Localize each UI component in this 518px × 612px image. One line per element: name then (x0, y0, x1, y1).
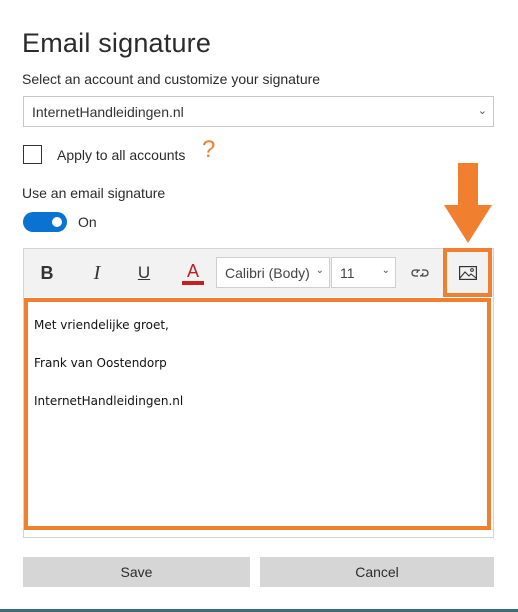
font-size-select[interactable]: 11 ⌄ (331, 257, 396, 288)
orange-arrow-annotation (444, 163, 492, 243)
insert-image-button[interactable] (443, 248, 492, 297)
underline-button[interactable]: U (132, 249, 156, 297)
font-family-value: Calibri (Body) (225, 264, 310, 281)
apply-all-label: Apply to all accounts (57, 146, 186, 163)
font-color-icon: A (186, 260, 199, 281)
bold-button[interactable]: B (35, 249, 59, 297)
link-icon (411, 269, 429, 277)
apply-all-checkbox[interactable] (23, 145, 42, 164)
chevron-down-icon: ⌄ (381, 265, 390, 276)
font-color-swatch (182, 280, 204, 285)
account-select-label: Select an account and customize your sig… (22, 71, 321, 87)
cancel-button[interactable]: Cancel (260, 557, 494, 587)
use-signature-label: Use an email signature (22, 185, 166, 201)
toggle-knob (52, 217, 62, 227)
chevron-down-icon: ⌄ (313, 265, 324, 276)
save-button[interactable]: Save (23, 557, 250, 587)
chevron-down-icon: ⌄ (477, 105, 487, 117)
font-family-select[interactable]: Calibri (Body) ⌄ (216, 257, 330, 288)
account-select-value: InternetHandleidingen.nl (32, 103, 184, 120)
account-select[interactable]: InternetHandleidingen.nl ⌄ (23, 96, 494, 127)
toggle-state-label: On (78, 214, 97, 230)
apply-all-row[interactable]: Apply to all accounts (23, 145, 185, 164)
font-size-value: 11 (340, 264, 355, 281)
signature-line: Frank van Oostendorp (34, 356, 167, 370)
signature-line: Met vriendelijke groet, (34, 318, 169, 332)
font-color-button[interactable]: A (180, 249, 206, 297)
signature-line: InternetHandleidingen.nl (34, 394, 184, 408)
use-signature-toggle[interactable] (23, 212, 67, 232)
page-title: Email signature (22, 28, 212, 58)
italic-button[interactable]: I (85, 249, 109, 297)
signature-body-editor[interactable]: Met vriendelijke groet, Frank van Oosten… (24, 298, 491, 530)
insert-link-button[interactable] (407, 249, 433, 297)
question-mark-icon: ? (202, 136, 216, 163)
insert-image-icon (458, 265, 477, 280)
